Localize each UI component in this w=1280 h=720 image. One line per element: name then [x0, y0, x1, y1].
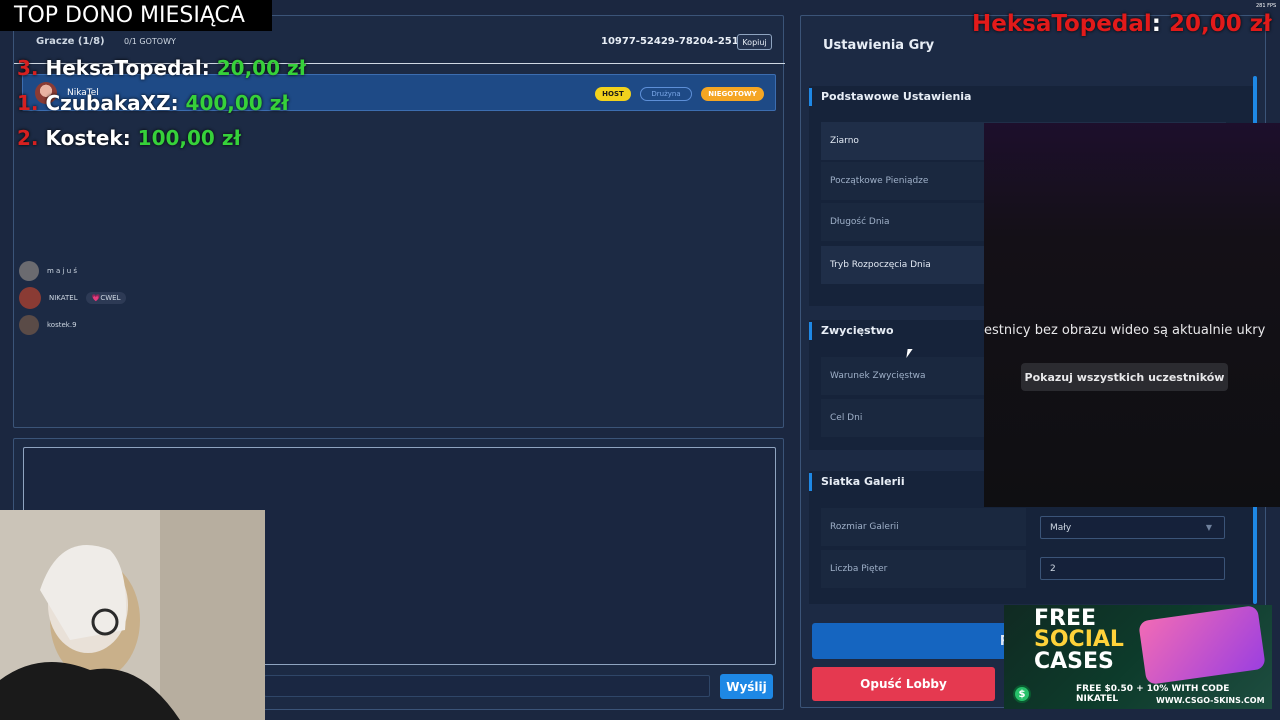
donor-name: HeksaTopedal:: [45, 56, 210, 80]
ad-social-text: SOCIAL: [1034, 627, 1124, 652]
lobby-code: 10977-52429-78204-251: [601, 36, 739, 47]
section-marker: [809, 88, 812, 106]
host-badge: HOST: [595, 87, 631, 101]
donor-amount: 400,00 zł: [185, 91, 289, 115]
section-title: Podstawowe Ustawienia: [821, 90, 972, 103]
ready-toggle-button[interactable]: NIEGOTOWY: [701, 87, 764, 101]
fps-counter: 281 FPS: [1256, 3, 1277, 9]
avatar: [19, 315, 39, 335]
latest-donor-name: HeksaTopedal: [972, 11, 1152, 37]
top-dono-title: TOP DONO MIESIĄCA: [0, 0, 272, 31]
chat-input[interactable]: [264, 675, 710, 697]
setting-row-floors: Liczba Pięter: [821, 550, 1026, 588]
viewer-item: kostek.9: [19, 315, 77, 335]
donor-name: CzubakaXZ:: [45, 91, 179, 115]
avatar: [19, 287, 41, 309]
latest-donor-sep: :: [1151, 11, 1161, 37]
viewer-name: NIKATEL: [49, 294, 78, 302]
leave-lobby-button[interactable]: Opuść Lobby: [812, 667, 995, 701]
chest-icon: [1138, 605, 1266, 686]
donor-item: 2. Kostek: 100,00 zł: [17, 126, 241, 150]
send-button[interactable]: Wyślij: [720, 674, 773, 699]
donor-rank: 2.: [17, 126, 39, 150]
webcam-image: [0, 510, 265, 720]
team-button[interactable]: Drużyna: [640, 87, 692, 101]
viewer-name: m a j u ś: [47, 267, 78, 275]
ready-count: 0/1 GOTOWY: [124, 37, 176, 46]
latest-donor-amount: 20,00 zł: [1168, 11, 1272, 37]
show-all-participants-button[interactable]: Pokazuj wszystkich uczestników: [1021, 363, 1228, 391]
donor-item: 1. CzubakaXZ: 400,00 zł: [17, 91, 289, 115]
avatar: [19, 261, 39, 281]
coin-icon: $: [1013, 685, 1031, 703]
donor-item: 3. HeksaTopedal: 20,00 zł: [17, 56, 306, 80]
section-marker: [809, 473, 812, 491]
video-overlay: estnicy bez obrazu wideo są aktualnie uk…: [984, 123, 1280, 507]
viewer-item: NIKATEL 💗CWEL: [19, 287, 127, 309]
donor-amount: 20,00 zł: [216, 56, 307, 80]
donor-name: Kostek:: [45, 126, 131, 150]
chevron-down-icon: ▼: [1205, 523, 1212, 532]
viewer-item: m a j u ś: [19, 261, 77, 281]
ad-cases-text: CASES: [1034, 649, 1114, 674]
webcam-feed: [0, 510, 265, 720]
ad-banner[interactable]: FREE SOCIAL CASES $ FREE $0.50 + 10% WIT…: [1004, 605, 1272, 709]
gallery-size-select[interactable]: Mały ▼: [1040, 516, 1225, 539]
section-title: Siatka Galerii: [821, 475, 905, 488]
ad-site-text: WWW.CSGO-SKINS.COM: [1156, 696, 1265, 705]
donor-rank: 1.: [17, 91, 39, 115]
donor-rank: 3.: [17, 56, 39, 80]
latest-donation: HeksaTopedal: 20,00 zł: [972, 11, 1272, 37]
gallery-size-value: Mały: [1050, 522, 1072, 533]
copy-code-button[interactable]: Kopiuj: [737, 34, 772, 50]
players-title: Gracze (1/8): [36, 36, 105, 47]
floors-input[interactable]: 2: [1040, 557, 1225, 580]
setting-row-gallery-size: Rozmiar Galerii: [821, 508, 1026, 546]
viewer-tag: 💗CWEL: [85, 292, 127, 304]
settings-title: Ustawienia Gry: [823, 38, 935, 53]
video-message: estnicy bez obrazu wideo są aktualnie uk…: [984, 323, 1266, 338]
donor-amount: 100,00 zł: [137, 126, 241, 150]
section-title: Zwycięstwo: [821, 324, 894, 337]
section-marker: [809, 322, 812, 340]
viewer-name: kostek.9: [47, 321, 77, 329]
